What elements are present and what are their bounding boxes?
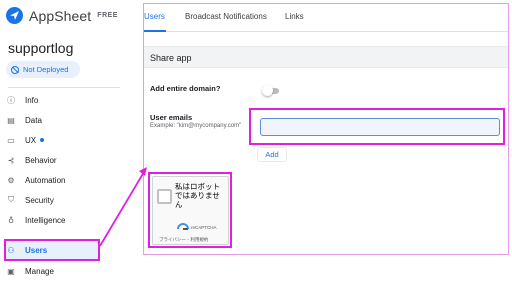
appsheet-logo-icon	[6, 7, 23, 24]
sidebar-item-label: Behavior	[25, 155, 57, 165]
unsaved-dot-icon	[40, 138, 45, 142]
recaptcha-brand: reCAPTCHA	[191, 225, 217, 230]
ux-icon: ▭	[7, 135, 15, 145]
sidebar-item-behavior[interactable]: ⊰ Behavior	[6, 151, 126, 169]
user-emails-input[interactable]	[260, 118, 500, 136]
sidebar-item-intelligence[interactable]: ♁ Intelligence	[6, 211, 126, 229]
sidebar-item-security[interactable]: ⛉ Security	[6, 191, 126, 209]
sidebar-item-label: UX	[25, 135, 37, 145]
tab-bar: Users Broadcast Notifications Links	[144, 4, 508, 32]
sidebar-item-info[interactable]: ⓘ Info	[6, 91, 126, 109]
recaptcha-privacy-terms-link[interactable]: プライバシー - 利用規約	[159, 237, 208, 243]
recaptcha-widget: 私はロボットではありません reCAPTCHA プライバシー - 利用規約	[152, 176, 229, 245]
sidebar-item-label: Security	[25, 195, 54, 205]
add-domain-toggle[interactable]	[262, 85, 279, 96]
recaptcha-logo-icon	[177, 223, 189, 230]
sidebar-item-label: Intelligence	[25, 215, 66, 225]
sidebar-item-users[interactable]: ⚇ Users	[6, 241, 126, 259]
not-deployed-icon	[11, 65, 19, 74]
tab-users[interactable]: Users	[144, 12, 165, 21]
users-icon: ⚇	[7, 245, 15, 255]
manage-icon: ▣	[7, 266, 15, 276]
automation-icon: ⚙	[7, 175, 15, 185]
lightbulb-icon: ♁	[8, 215, 14, 225]
sidebar-item-automation[interactable]: ⚙ Automation	[6, 171, 126, 189]
email-input-highlight-annotation	[249, 108, 505, 145]
app-name: supportlog	[8, 40, 74, 56]
sidebar-divider	[8, 87, 120, 88]
recaptcha-label: 私はロボットではありません	[175, 182, 220, 209]
sidebar-item-label: Users	[25, 245, 48, 255]
sidebar-item-label: Info	[25, 95, 39, 105]
brand-tier-badge: FREE	[97, 12, 118, 19]
active-tab-indicator	[144, 30, 166, 32]
add-domain-label: Add entire domain?	[150, 84, 221, 93]
sidebar-item-label: Automation	[25, 175, 66, 185]
brand: AppSheet FREE	[6, 7, 118, 24]
sidebar-item-manage[interactable]: ▣ Manage	[6, 262, 126, 280]
behavior-icon: ⊰	[7, 155, 15, 165]
user-emails-hint: Example: "kim@mycompany.com"	[150, 123, 242, 129]
tab-links[interactable]: Links	[285, 12, 304, 21]
sidebar: AppSheet FREE supportlog Not Deployed ⓘ …	[0, 0, 131, 281]
deploy-status-button[interactable]: Not Deployed	[6, 61, 80, 78]
data-icon: ▤	[7, 115, 15, 125]
brand-name: AppSheet	[29, 7, 92, 24]
shield-icon: ⛉	[8, 195, 14, 204]
sidebar-item-label: Data	[25, 115, 42, 125]
sidebar-item-label: Manage	[25, 266, 54, 276]
user-emails-label: User emails	[150, 113, 193, 122]
main-panel: Users Broadcast Notifications Links Shar…	[143, 3, 509, 255]
tab-broadcast-notifications[interactable]: Broadcast Notifications	[185, 12, 267, 21]
sidebar-item-data[interactable]: ▤ Data	[6, 111, 126, 129]
recaptcha-checkbox[interactable]	[157, 189, 172, 204]
deploy-status-label: Not Deployed	[23, 65, 69, 74]
add-button[interactable]: Add	[257, 147, 287, 162]
page: AppSheet FREE supportlog Not Deployed ⓘ …	[0, 0, 512, 281]
info-icon: ⓘ	[7, 95, 15, 105]
share-app-header: Share app	[144, 46, 508, 68]
sidebar-item-ux[interactable]: ▭ UX	[6, 131, 126, 149]
